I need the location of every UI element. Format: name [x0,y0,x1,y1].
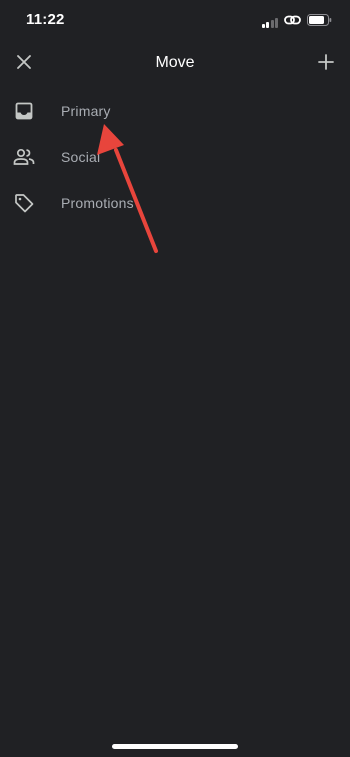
link-icon [284,13,301,31]
people-icon [13,146,35,168]
label-list: Primary Social Promotions [0,88,350,226]
status-bar: 11:22 [0,0,350,40]
battery-icon [307,13,332,31]
app-bar: Move [0,44,350,84]
label-item-promotions[interactable]: Promotions [0,180,350,226]
inbox-icon [13,100,35,122]
label-item-text: Promotions [61,195,134,211]
page-title: Move [155,54,195,71]
status-icons [261,13,333,31]
add-label-button[interactable] [312,50,340,78]
signal-icon [261,17,278,28]
label-item-text: Social [61,149,101,165]
home-indicator[interactable] [112,744,238,749]
label-item-primary[interactable]: Primary [0,88,350,134]
move-screen: 11:22 Move Primary Social Promotions [0,0,350,757]
plus-icon [318,53,334,75]
label-item-social[interactable]: Social [0,134,350,180]
status-time: 11:22 [26,11,65,28]
tag-icon [13,192,35,214]
label-item-text: Primary [61,103,111,119]
